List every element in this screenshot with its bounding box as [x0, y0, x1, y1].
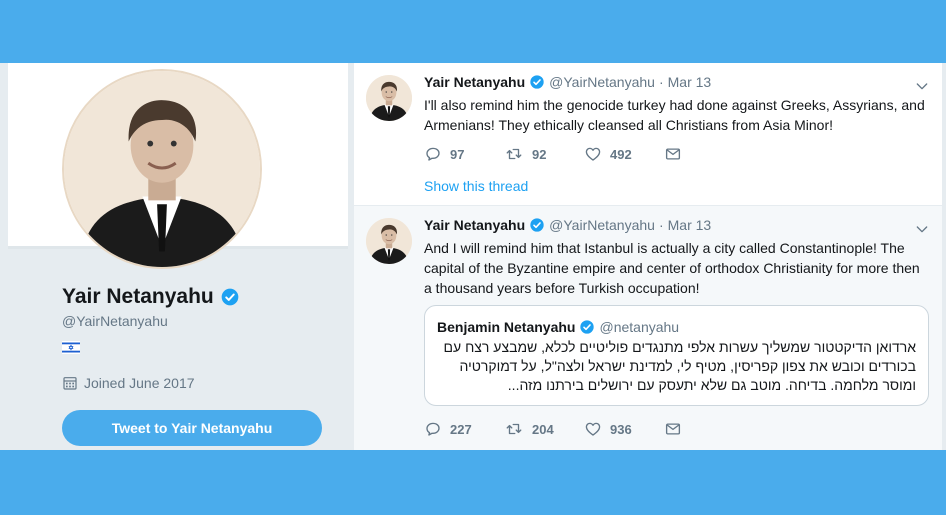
tweet-author-avatar[interactable] [366, 75, 412, 121]
joined-date-text: Joined June 2017 [84, 375, 195, 391]
tweet-text: I'll also remind him the genocide turkey… [424, 97, 925, 133]
heart-icon [584, 420, 602, 438]
tweet-item[interactable]: Yair Netanyahu @YairNetanyahu · Mar 13 I… [354, 63, 942, 206]
person-photo-icon [64, 71, 260, 267]
retweet-count: 204 [532, 421, 554, 437]
like-count: 492 [610, 146, 632, 162]
profile-location-flag [62, 341, 80, 359]
quoted-author-handle: @netanyahu [599, 319, 680, 335]
reply-icon [424, 420, 442, 438]
profile-joined: Joined June 2017 [62, 375, 195, 391]
person-photo-icon [366, 75, 412, 121]
quoted-tweet[interactable]: Benjamin Netanyahu @netanyahu ארדואן הדי… [424, 305, 929, 406]
direct-message-button[interactable] [664, 420, 744, 438]
tweet-author-handle[interactable]: @YairNetanyahu [549, 217, 655, 233]
quoted-tweet-header: Benjamin Netanyahu @netanyahu [437, 319, 679, 335]
tweet-timestamp[interactable]: Mar 13 [668, 74, 712, 90]
retweet-icon [504, 420, 524, 438]
reply-button[interactable]: 97 [424, 145, 504, 163]
verified-badge-icon [529, 217, 545, 233]
separator-dot: · [658, 217, 664, 233]
tweet-author-avatar[interactable] [366, 218, 412, 264]
tweet-author-name[interactable]: Yair Netanyahu [424, 74, 525, 90]
show-thread-link[interactable]: Show this thread [424, 178, 528, 194]
chevron-down-icon[interactable] [914, 221, 930, 237]
tweet-header: Yair Netanyahu @YairNetanyahu · Mar 13 [424, 217, 711, 233]
verified-badge-icon [529, 74, 545, 90]
reply-button[interactable]: 227 [424, 420, 504, 438]
quoted-author-name: Benjamin Netanyahu [437, 319, 576, 335]
profile-name-row: Yair Netanyahu [62, 285, 240, 309]
reply-count: 227 [450, 421, 472, 437]
verified-badge-icon [220, 287, 240, 307]
retweet-count: 92 [532, 146, 547, 162]
person-photo-icon [366, 218, 412, 264]
tweet-text: And I will remind him that Istanbul is a… [424, 240, 920, 296]
direct-message-button[interactable] [664, 145, 744, 163]
like-count: 936 [610, 421, 632, 437]
like-button[interactable]: 936 [584, 420, 664, 438]
reply-icon [424, 145, 442, 163]
calendar-icon [62, 375, 78, 391]
heart-icon [584, 145, 602, 163]
profile-handle[interactable]: @YairNetanyahu [62, 313, 168, 329]
profile-avatar[interactable] [62, 69, 262, 269]
like-button[interactable]: 492 [584, 145, 664, 163]
tweet-item[interactable]: Yair Netanyahu @YairNetanyahu · Mar 13 A… [354, 206, 942, 450]
tweet-to-button[interactable]: Tweet to Yair Netanyahu [62, 410, 322, 446]
chevron-down-icon[interactable] [914, 78, 930, 94]
envelope-icon [664, 145, 682, 163]
israel-flag-icon [62, 341, 80, 354]
retweet-icon [504, 145, 524, 163]
envelope-icon [664, 420, 682, 438]
tweet-actions: 97 92 492 [424, 145, 744, 163]
profile-sidebar: Yair Netanyahu @YairNetanyahu Joined Jun… [8, 63, 348, 450]
verified-badge-icon [579, 319, 595, 335]
twitter-frame: Yair Netanyahu @YairNetanyahu Joined Jun… [0, 63, 946, 450]
tweet-timestamp[interactable]: Mar 13 [668, 217, 712, 233]
tweet-actions: 227 204 936 [424, 420, 744, 438]
timeline: Yair Netanyahu @YairNetanyahu · Mar 13 I… [354, 63, 942, 450]
separator-dot: · [658, 74, 664, 90]
retweet-button[interactable]: 204 [504, 420, 584, 438]
reply-count: 97 [450, 146, 465, 162]
tweet-author-handle[interactable]: @YairNetanyahu [549, 74, 655, 90]
profile-name[interactable]: Yair Netanyahu [62, 285, 214, 309]
retweet-button[interactable]: 92 [504, 145, 584, 163]
quoted-tweet-text: ארדואן הדיקטטור שמשליך עשרות אלפי מתנגדי… [443, 339, 916, 393]
tweet-header: Yair Netanyahu @YairNetanyahu · Mar 13 [424, 74, 711, 90]
tweet-author-name[interactable]: Yair Netanyahu [424, 217, 525, 233]
